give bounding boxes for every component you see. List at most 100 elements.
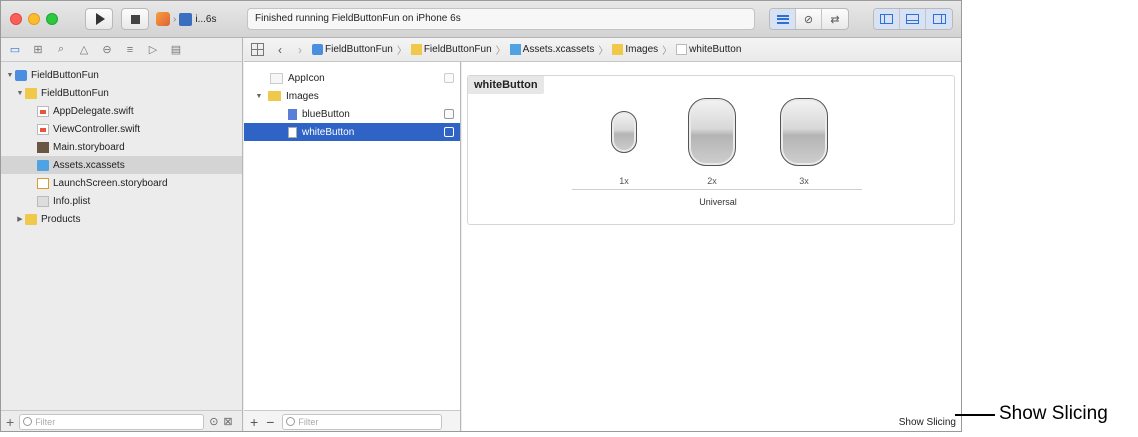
file-tree: ▼ FieldButtonFun ▼ FieldButtonFun AppDel…: [1, 62, 242, 228]
asset-badge-icon: [444, 73, 454, 83]
zoom-window-button[interactable]: [46, 13, 58, 25]
tree-item-main-storyboard[interactable]: Main.storyboard: [1, 138, 242, 156]
run-button[interactable]: [85, 8, 113, 30]
asset-filter-bar: + − Filter: [244, 410, 460, 431]
scale-label-1x: 1x: [619, 176, 629, 186]
tree-item-label: Products: [41, 213, 81, 225]
tree-item-appdelegate[interactable]: AppDelegate.swift: [1, 102, 242, 120]
asset-item-bluebutton[interactable]: blueButton: [244, 105, 460, 123]
disclosure-open-icon[interactable]: ▼: [15, 90, 25, 97]
asset-item-images-folder[interactable]: ▼ Images: [244, 87, 460, 105]
tree-item-label: Info.plist: [53, 195, 91, 207]
navigator-filter-bar: + Filter ⊙ ⊠: [1, 410, 242, 431]
image-set-icon: [288, 126, 297, 138]
image-set-card: whiteButton 1x 2x 3x Universal: [467, 75, 955, 225]
close-window-button[interactable]: [10, 13, 22, 25]
add-asset-button[interactable]: +: [250, 414, 258, 430]
jump-bar: ‹ › FieldButtonFun 〉 FieldButtonFun 〉 As…: [244, 38, 961, 62]
symbol-navigator-tab-icon[interactable]: ⊞: [31, 43, 45, 56]
forward-arrow-icon[interactable]: ›: [292, 43, 308, 57]
issue-navigator-tab-icon[interactable]: △: [77, 43, 91, 56]
tree-item-assets[interactable]: Assets.xcassets: [1, 156, 242, 174]
tree-item-viewcontroller[interactable]: ViewController.swift: [1, 120, 242, 138]
asset-item-label: blueButton: [302, 108, 350, 120]
filter-icon: [286, 417, 296, 426]
tree-item-launchscreen[interactable]: LaunchScreen.storyboard: [1, 174, 242, 192]
breadcrumb-separator-icon: 〉: [662, 46, 673, 57]
disclosure-closed-icon[interactable]: ▶: [15, 215, 25, 223]
swift-file-icon: [37, 105, 49, 117]
breadcrumb-separator-icon: 〉: [495, 46, 506, 57]
filter-icon: [23, 417, 33, 426]
version-editor-button[interactable]: ⇄: [822, 9, 848, 29]
assistant-editor-button[interactable]: ⊘: [796, 9, 822, 29]
breadcrumb-project[interactable]: FieldButtonFun: [312, 43, 393, 56]
version-editor-icon: ⇄: [830, 13, 840, 26]
recent-files-icon[interactable]: ⊙: [209, 415, 218, 428]
tree-item-project[interactable]: ▼ FieldButtonFun: [1, 66, 242, 84]
related-items-icon[interactable]: [251, 43, 264, 56]
toggle-debug-area-button[interactable]: [900, 9, 926, 29]
navigator-filter-field[interactable]: Filter: [19, 413, 205, 430]
find-navigator-tab-icon[interactable]: ⌕: [54, 43, 68, 56]
remove-asset-button[interactable]: −: [266, 414, 274, 430]
breadcrumb-label: FieldButtonFun: [325, 44, 393, 56]
launch-storyboard-icon: [37, 177, 49, 189]
breadcrumb-label: Assets.xcassets: [522, 44, 595, 56]
report-navigator-tab-icon[interactable]: ▤: [169, 43, 183, 56]
breadcrumb-assets[interactable]: Assets.xcassets: [509, 43, 595, 56]
project-icon: [312, 43, 323, 55]
toggle-utilities-button[interactable]: [926, 9, 952, 29]
scheme-selector[interactable]: › i...6s: [156, 9, 240, 29]
navigator-tabs: ▭ ⊞ ⌕ △ ⊖ ≡ ▷ ▤: [1, 38, 242, 62]
asset-badge-icon: [444, 127, 454, 137]
toggle-navigator-button[interactable]: [874, 9, 900, 29]
stop-button[interactable]: [121, 8, 149, 30]
filter-placeholder: Filter: [298, 416, 319, 427]
breadcrumb-separator-icon: 〉: [598, 46, 609, 57]
activity-viewer: Finished running FieldButtonFun on iPhon…: [247, 8, 755, 30]
tree-item-label: Assets.xcassets: [53, 159, 125, 171]
tree-item-infoplist[interactable]: Info.plist: [1, 192, 242, 210]
asset-filter-field[interactable]: Filter: [282, 413, 443, 430]
tree-item-label: FieldButtonFun: [31, 69, 99, 81]
disclosure-open-icon[interactable]: ▼: [5, 72, 15, 79]
view-toggle-control: [873, 8, 953, 30]
project-navigator-tab-icon[interactable]: ▭: [8, 43, 22, 56]
navigator-panel-icon: [880, 14, 893, 24]
image-well-1x[interactable]: [611, 111, 637, 153]
xcode-window: › i...6s Finished running FieldButtonFun…: [0, 0, 962, 432]
scale-label-2x: 2x: [707, 176, 717, 186]
breadcrumb-whitebutton[interactable]: whiteButton: [676, 43, 741, 55]
breadcrumb-separator-icon: 〉: [396, 46, 407, 57]
test-navigator-tab-icon[interactable]: ⊖: [100, 43, 114, 56]
asset-item-whitebutton[interactable]: whiteButton: [244, 123, 460, 141]
tree-item-group[interactable]: ▼ FieldButtonFun: [1, 84, 242, 102]
folder-icon: [612, 43, 624, 55]
storyboard-icon: [37, 141, 49, 153]
back-arrow-icon[interactable]: ‹: [272, 43, 288, 57]
image-well-3x[interactable]: [780, 98, 828, 166]
asset-item-label: whiteButton: [302, 126, 355, 138]
swift-file-icon: [37, 123, 49, 135]
utilities-panel-icon: [932, 14, 946, 24]
asset-item-appicon[interactable]: AppIcon: [244, 69, 460, 87]
breadcrumb-group[interactable]: FieldButtonFun: [410, 43, 492, 56]
play-icon: [95, 13, 105, 25]
add-file-button[interactable]: +: [6, 414, 14, 430]
image-well-2x[interactable]: [688, 98, 736, 166]
chevron-right-icon: ›: [173, 13, 177, 25]
show-slicing-button[interactable]: Show Slicing: [899, 417, 956, 428]
minimize-window-button[interactable]: [28, 13, 40, 25]
callout-line: [955, 414, 995, 416]
standard-editor-button[interactable]: [770, 9, 796, 29]
source-control-filter-icon[interactable]: ⊠: [223, 415, 232, 428]
debug-navigator-tab-icon[interactable]: ≡: [123, 44, 137, 56]
breadcrumb-images[interactable]: Images: [612, 43, 658, 55]
breakpoint-navigator-tab-icon[interactable]: ▷: [146, 43, 160, 56]
tree-item-products[interactable]: ▶ Products: [1, 210, 242, 228]
image-set-name[interactable]: whiteButton: [468, 76, 544, 94]
disclosure-open-icon[interactable]: ▼: [254, 93, 264, 100]
tree-item-label: LaunchScreen.storyboard: [53, 177, 168, 189]
breadcrumb-label: FieldButtonFun: [423, 44, 492, 56]
